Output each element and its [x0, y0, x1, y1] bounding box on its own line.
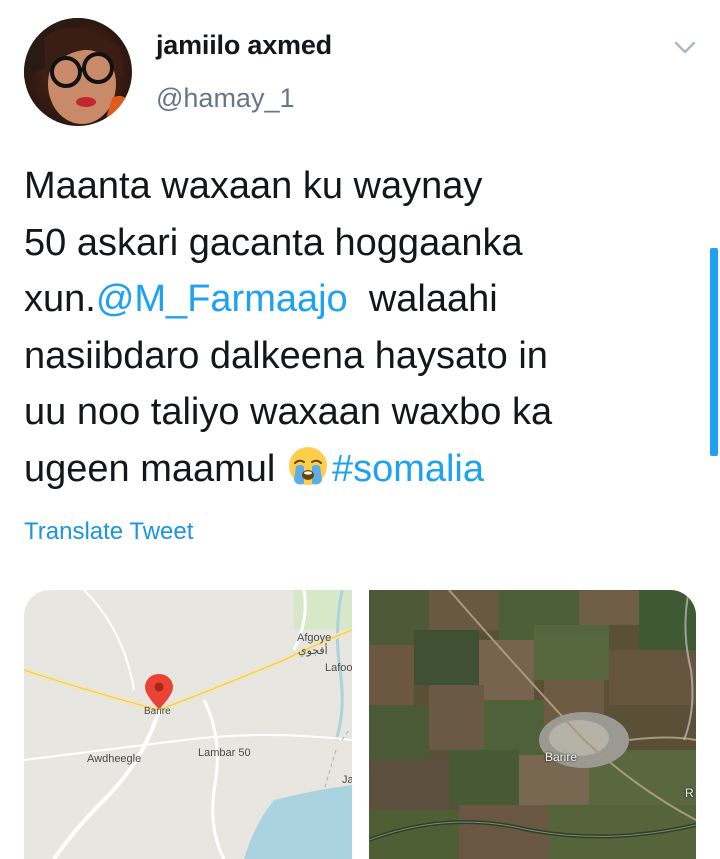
map-label-lafoole: Lafoo — [325, 662, 352, 674]
mention-link[interactable]: @M_Farmaajo — [96, 278, 348, 320]
map-label-ja: Ja — [342, 774, 352, 786]
satellite-label-edge: R — [685, 786, 694, 800]
map-graphic — [24, 590, 352, 859]
tweet-text-line: xun.@M_Farmaajo walaahi — [24, 271, 664, 328]
tweet-text-segment: uu noo taliyo waxaan waxbo ka — [24, 391, 553, 433]
map-label-afgoye-arabic: أفجوي — [298, 645, 328, 657]
satellite-label-barire: Barire — [545, 750, 578, 764]
tweet-text-segment: xun. — [24, 278, 96, 320]
author-handle[interactable]: @hamay_1 — [156, 83, 294, 114]
tweet-text-line: uu noo taliyo waxaan waxbo ka — [24, 384, 664, 441]
chevron-down-icon[interactable] — [670, 36, 700, 60]
tweet-text-line: ugeen maamul #somalia — [24, 441, 664, 498]
tweet-text-line: 50 askari gacanta hoggaanka — [24, 215, 664, 272]
tweet-text-line: Maanta waxaan ku waynay — [24, 158, 664, 215]
map-label-barire: Barire — [144, 706, 171, 717]
scrollbar[interactable] — [710, 248, 718, 456]
tweet-text-segment: Maanta waxaan ku waynay — [24, 165, 483, 207]
map-label-lambar50: Lambar 50 — [198, 747, 251, 759]
avatar-photo — [24, 18, 132, 126]
tweet-text-segment: nasiibdaro dalkeena haysato in — [24, 334, 548, 377]
satellite-graphic — [369, 590, 696, 859]
tweet-text-segment: walaahi — [347, 278, 498, 320]
tweet-text-line: nasiibdaro dalkeena haysato in — [24, 328, 664, 385]
author-avatar[interactable] — [24, 18, 132, 126]
author-name[interactable]: jamiilo axmed — [156, 30, 332, 61]
hashtag-link[interactable]: #somalia — [332, 448, 484, 490]
crying-face-icon — [286, 444, 330, 488]
translate-tweet-link[interactable]: Translate Tweet — [24, 518, 193, 546]
tweet-text-segment: ugeen maamul — [24, 447, 286, 490]
map-label-afgoye: Afgoye — [297, 632, 332, 644]
tweet-text: Maanta waxaan ku waynay 50 askari gacant… — [24, 158, 664, 497]
tweet-text-segment: 50 askari gacanta hoggaanka — [24, 221, 523, 264]
map-label-awdheegle: Awdheegle — [87, 753, 142, 765]
map-image[interactable]: Afgoye أفجوي Lafoo Barire Awdheegle Lamb… — [24, 590, 352, 859]
satellite-image[interactable]: Barire R — [369, 590, 696, 859]
tweet-page: jamiilo axmed @hamay_1 Maanta waxaan ku … — [0, 0, 720, 859]
